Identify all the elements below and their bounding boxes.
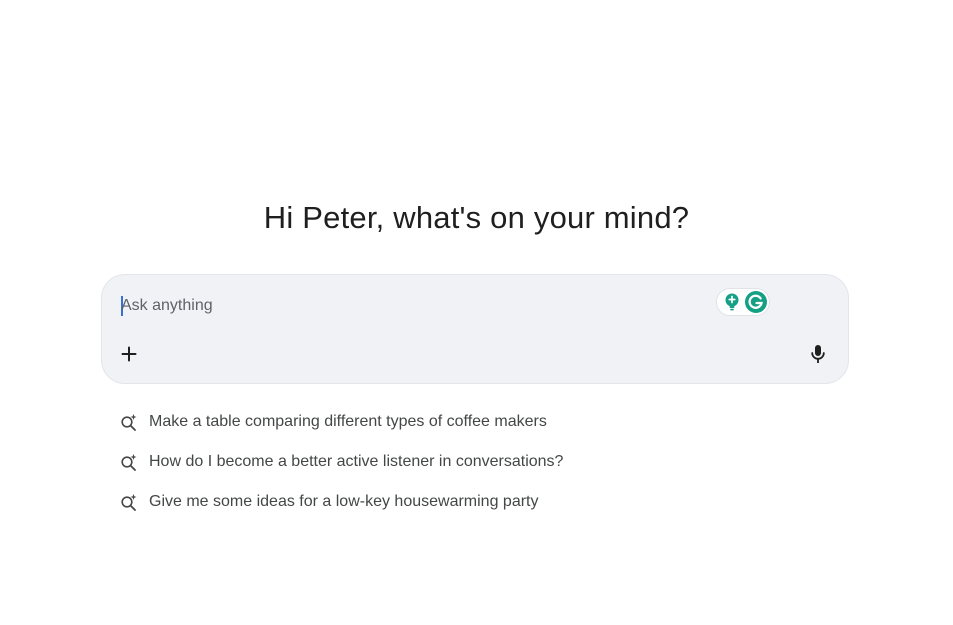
suggestion-text: How do I become a better active listener… [149,453,564,470]
suggested-prompts: Make a table comparing different types o… [120,408,820,528]
spark-search-icon [121,414,137,431]
greeting-title: Hi Peter, what's on your mind? [263,200,690,235]
spark-search-icon [121,494,137,511]
plus-icon [121,346,137,362]
suggestion-text: Give me some ideas for a low-key housewa… [149,493,539,510]
grammarly-bulb-icon[interactable] [722,292,742,312]
grammarly-logo-icon[interactable] [745,291,767,313]
suggestion-item[interactable]: How do I become a better active listener… [120,448,820,476]
suggestion-text: Make a table comparing different types o… [149,413,547,430]
grammarly-widget[interactable] [716,288,770,316]
spark-search-icon [121,454,137,471]
prompt-composer [101,274,849,384]
add-attachment-button[interactable] [116,341,142,367]
prompt-input[interactable] [121,294,681,318]
voice-input-button[interactable] [805,341,831,367]
microphone-icon [811,345,825,363]
suggestion-item[interactable]: Give me some ideas for a low-key housewa… [120,488,820,516]
gemini-home: Hi Peter, what's on your mind? Ask anyth… [0,0,953,625]
suggestion-item[interactable]: Make a table comparing different types o… [120,408,820,436]
